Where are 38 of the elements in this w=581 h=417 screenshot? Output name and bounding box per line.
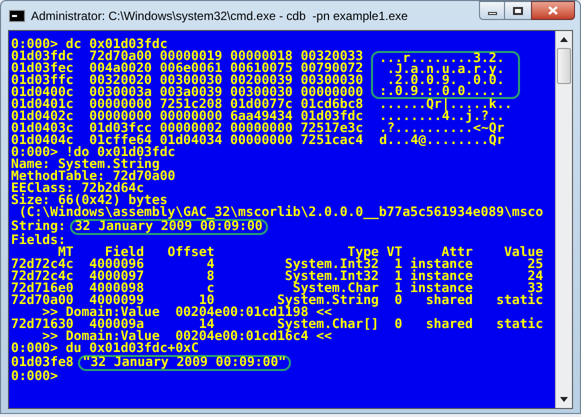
close-icon — [548, 6, 558, 15]
console-line: 01d03ffc 00320020 00300030 00200039 00300030 — [11, 75, 364, 87]
console-line: Size: 66(0x42) bytes — [11, 195, 168, 207]
ascii-text: ......Qr|.....k.. — [379, 99, 512, 111]
minimize-button[interactable] — [479, 1, 505, 20]
console-line: Name: System.String — [11, 159, 160, 171]
scroll-thumb[interactable] — [557, 48, 571, 84]
console-line: 01d0401c 00000000 7251c208 01d0077c 01cd6bc8 — [11, 99, 364, 111]
highlighted-text: "32 January 2009 00:09:00" — [78, 355, 292, 371]
close-button[interactable] — [531, 1, 575, 20]
console-line: 01d0403c 01d03fcc 00000002 00000000 72517e3c — [11, 123, 364, 135]
ascii-text: ........4..j.?.. — [379, 111, 504, 123]
console-line: (C:\Windows\assembly\GAC_32\mscorlib\2.0.0.0__b77a5c561934e089\msco — [18, 207, 544, 219]
maximize-button[interactable] — [505, 1, 531, 20]
console-line: MethodTable: 72d70a00 — [11, 171, 176, 183]
console-line: String: — [11, 221, 66, 233]
ascii-text: .2.0.0.9. .0.0. — [387, 75, 504, 86]
console-line: 01d0404c 01cffe64 01d04034 00000000 7251cac4 — [11, 135, 364, 147]
console-line: >> Domain:Value 00204e00:01cd1198 << — [42, 307, 332, 319]
console-line: >> Domain:Value 00204e00:01cd16c4 << — [42, 331, 332, 343]
scrollbar[interactable] — [555, 31, 572, 408]
console-line: Fields: — [11, 235, 66, 247]
console-line: 01d0400c 0030003a 003a0039 00300030 00000000 — [11, 87, 364, 99]
ascii-text: :.0.9.:.0.0..... — [379, 86, 504, 97]
console-line: 01d03fdc 72d70a00 00000019 00000018 00320033 — [11, 51, 364, 63]
ascii-text: d...4@........Qr — [379, 135, 504, 147]
window-title: Administrator: C:\Windows\system32\cmd.exe - cdb -pn example1.exe — [31, 8, 408, 24]
console-app-icon — [9, 10, 25, 22]
console-line: 0:000> du 0x01d03fdc+0xC — [11, 343, 199, 355]
console-line: 01d03fe8 — [11, 357, 74, 369]
highlighted-text: 32 January 2009 00:09:00 — [70, 219, 268, 235]
console-line: 01d03fec 004a0020 006e0061 00610075 00790072 — [11, 63, 364, 75]
console-line: 0:000> — [11, 371, 58, 383]
ascii-text: ...r........3.2. — [379, 53, 504, 64]
console-line: 01d0402c 00000000 00000000 6aa49434 01d03fdc — [11, 111, 364, 123]
ascii-text: .J.a.n.u.a.r.y. — [387, 64, 504, 75]
ascii-text: .?..........<~Qr — [379, 123, 504, 135]
console-line: 0:000> dc 0x01d03fdc — [11, 39, 168, 51]
